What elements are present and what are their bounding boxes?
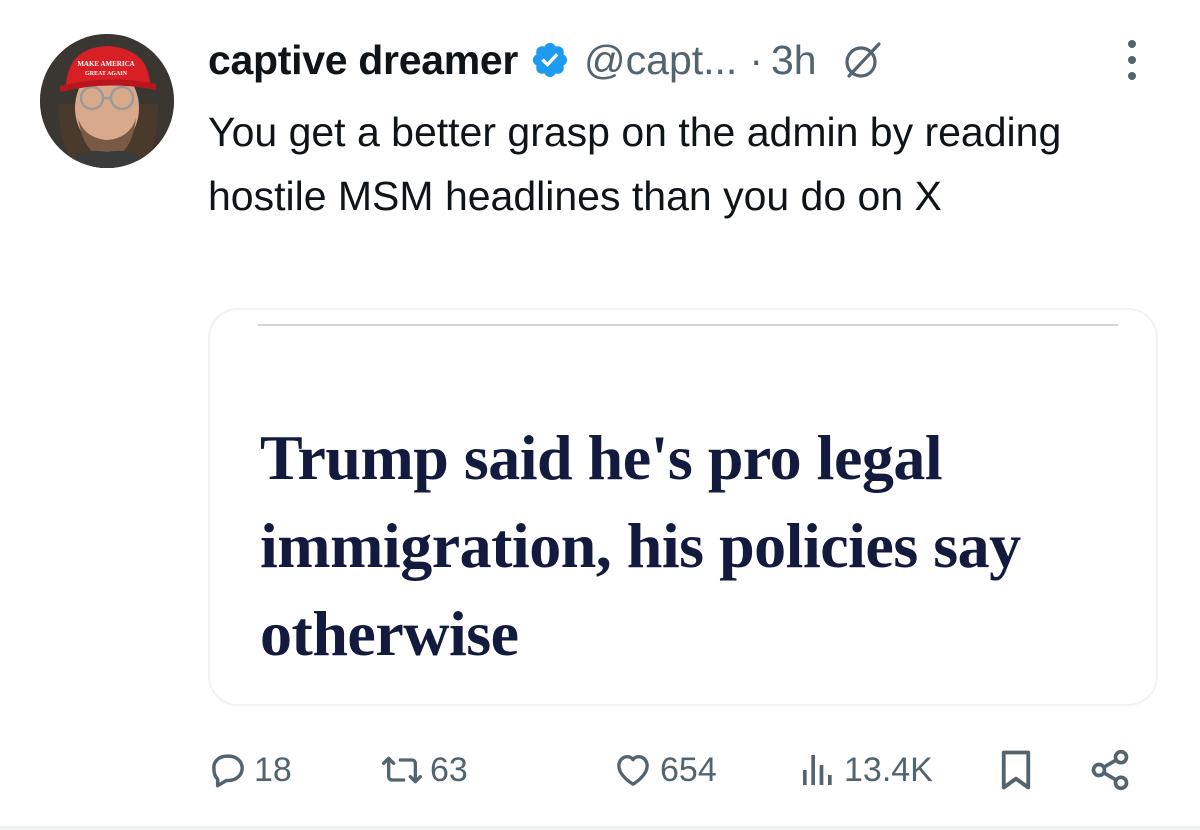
bookmark-icon xyxy=(998,749,1034,791)
timestamp[interactable]: 3h xyxy=(771,37,817,84)
reply-count: 18 xyxy=(254,750,292,789)
like-button[interactable]: 654 xyxy=(612,740,717,800)
user-handle[interactable]: @capt... xyxy=(584,37,737,84)
tweet-divider xyxy=(0,826,1200,830)
repost-button[interactable]: 63 xyxy=(380,740,468,800)
views-button[interactable]: 13.4K xyxy=(798,740,933,800)
media-divider xyxy=(258,324,1118,326)
separator-dot: · xyxy=(749,36,763,83)
grok-icon[interactable] xyxy=(841,38,885,82)
svg-text:MAKE AMERICA: MAKE AMERICA xyxy=(77,60,134,68)
reply-icon xyxy=(208,750,248,790)
svg-text:GREAT AGAIN: GREAT AGAIN xyxy=(85,71,128,77)
avatar-image: MAKE AMERICA GREAT AGAIN xyxy=(40,34,174,168)
tweet[interactable]: MAKE AMERICA GREAT AGAIN captive dreamer… xyxy=(0,0,1200,830)
views-icon xyxy=(798,750,838,790)
media-headline: Trump said he's pro legal immigration, h… xyxy=(260,422,1021,669)
views-count: 13.4K xyxy=(844,750,933,789)
tweet-header: captive dreamer @capt... · 3h xyxy=(208,30,885,90)
display-name[interactable]: captive dreamer xyxy=(208,37,518,84)
share-icon xyxy=(1088,748,1132,792)
action-bar: 18 63 654 13.4K xyxy=(208,740,1158,800)
tweet-text: You get a better grasp on the admin by r… xyxy=(208,109,1062,219)
verified-badge-icon[interactable] xyxy=(530,40,570,80)
more-options-icon[interactable] xyxy=(1122,38,1142,82)
reply-button[interactable]: 18 xyxy=(208,740,292,800)
repost-count: 63 xyxy=(430,750,468,789)
repost-icon xyxy=(380,750,424,790)
heart-icon xyxy=(612,750,654,790)
bookmark-button[interactable] xyxy=(998,740,1034,800)
like-count: 654 xyxy=(660,750,717,789)
avatar[interactable]: MAKE AMERICA GREAT AGAIN xyxy=(40,34,174,168)
media-card[interactable]: Trump said he's pro legal immigration, h… xyxy=(208,308,1158,706)
share-button[interactable] xyxy=(1088,740,1132,800)
